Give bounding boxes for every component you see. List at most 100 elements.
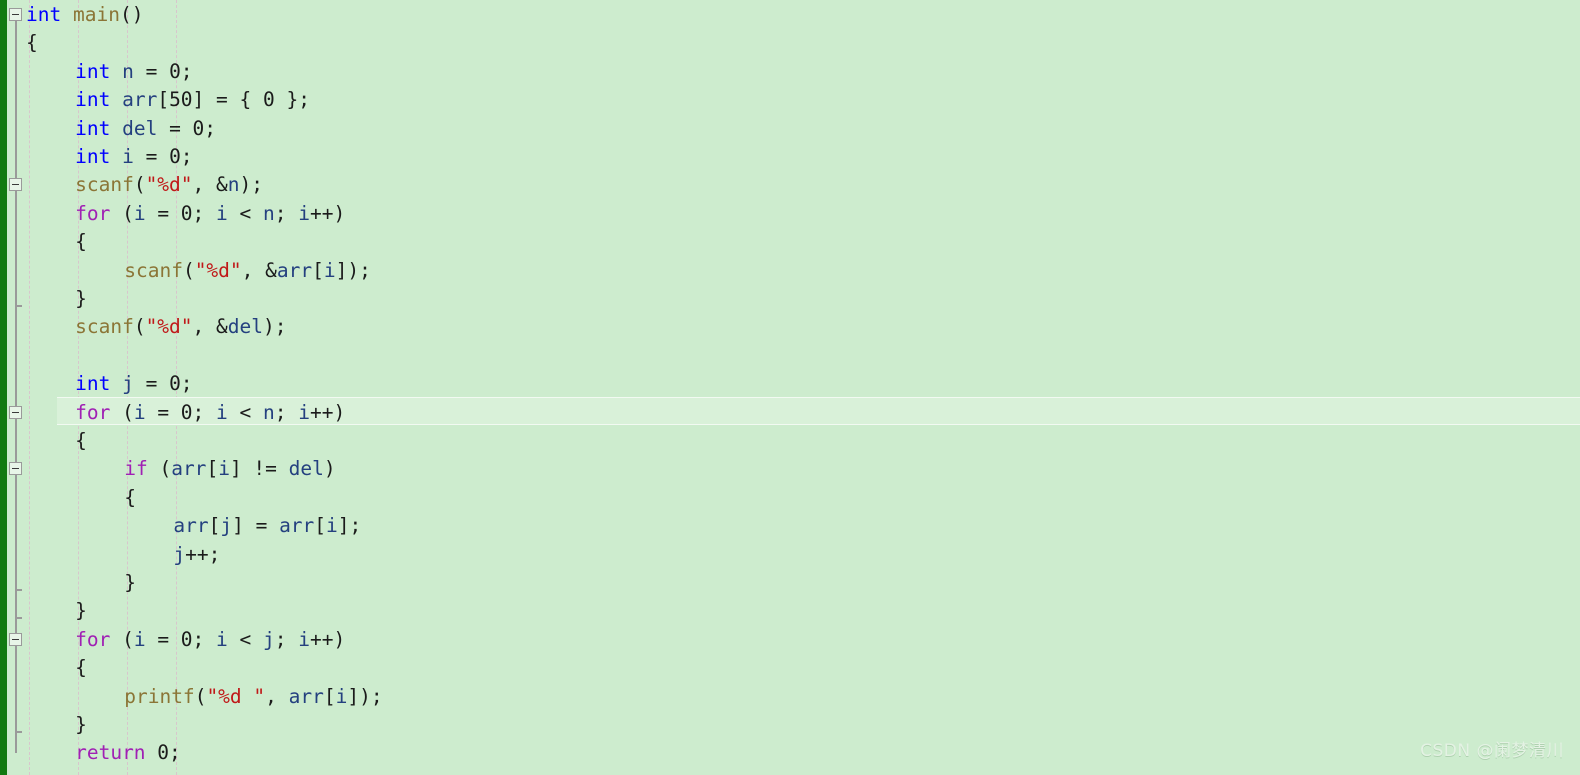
- code-token: arr: [122, 88, 158, 112]
- code-token: arr: [173, 514, 209, 538]
- code-token: i: [298, 400, 310, 424]
- code-token: (: [133, 173, 146, 197]
- code-token: ;: [274, 201, 299, 225]
- code-token: int: [75, 145, 111, 168]
- code-token: scanf: [75, 173, 134, 197]
- code-token: int: [75, 88, 111, 112]
- code-line[interactable]: return 0;: [75, 739, 181, 767]
- code-token: i: [218, 457, 230, 481]
- code-line[interactable]: printf("%d ", arr[i]);: [124, 683, 382, 711]
- code-line[interactable]: int main(): [26, 1, 143, 29]
- code-token: {: [124, 485, 136, 509]
- code-token: (: [110, 201, 134, 225]
- code-token: = 0;: [133, 59, 193, 83]
- code-token: = 0;: [133, 372, 193, 396]
- code-line[interactable]: scanf("%d", &arr[i]);: [124, 257, 371, 285]
- code-token: i: [298, 201, 310, 225]
- code-token: del: [227, 315, 263, 339]
- code-token: scanf: [124, 258, 183, 282]
- code-token: , &: [241, 258, 277, 282]
- code-line[interactable]: {: [75, 654, 87, 682]
- code-token: "%d": [194, 258, 242, 282]
- code-token: = 0;: [145, 400, 217, 424]
- code-token: for: [75, 627, 111, 651]
- code-line[interactable]: int del = 0;: [75, 115, 216, 143]
- code-token: ]);: [335, 258, 371, 282]
- code-line[interactable]: }: [75, 597, 87, 625]
- code-token: ++): [310, 400, 346, 424]
- code-token: ): [323, 457, 336, 481]
- code-token: (: [147, 457, 172, 481]
- code-token: (: [110, 627, 134, 651]
- csdn-watermark: CSDN @阑梦清川: [1420, 740, 1564, 761]
- code-line[interactable]: }: [75, 711, 87, 739]
- code-token: ,: [265, 684, 289, 708]
- code-token: (: [194, 684, 207, 708]
- code-line[interactable]: }: [75, 285, 87, 313]
- code-token: [: [323, 684, 336, 708]
- code-token: i: [133, 201, 146, 225]
- code-line[interactable]: scanf("%d", &n);: [75, 171, 263, 199]
- code-token: "%d": [145, 173, 193, 197]
- code-token: [: [314, 514, 327, 538]
- code-line[interactable]: }: [124, 569, 136, 597]
- code-line[interactable]: j++;: [173, 541, 220, 569]
- code-token: }: [75, 287, 87, 310]
- code-line[interactable]: int arr[50] = { 0 };: [75, 86, 310, 114]
- code-line[interactable]: for (i = 0; i < j; i++): [75, 626, 345, 654]
- code-line[interactable]: for (i = 0; i < n; i++): [75, 399, 345, 427]
- code-token: printf: [124, 684, 195, 708]
- code-token: {: [75, 230, 87, 254]
- code-text-layer[interactable]: int main(){int n = 0; int arr[50] = { 0 }…: [0, 0, 1580, 775]
- code-token: , &: [192, 173, 228, 197]
- code-editor-viewport[interactable]: int main(){int n = 0; int arr[50] = { 0 }…: [0, 0, 1580, 775]
- code-line[interactable]: int n = 0;: [75, 58, 192, 86]
- code-line[interactable]: int j = 0;: [75, 370, 192, 398]
- code-token: int: [75, 372, 111, 396]
- code-token: }: [75, 713, 87, 736]
- code-token: 0;: [145, 741, 181, 765]
- code-token: = 0;: [157, 116, 217, 140]
- code-token: (: [182, 258, 195, 282]
- code-line[interactable]: {: [124, 484, 136, 512]
- code-token: n: [227, 173, 240, 197]
- code-token: j: [263, 627, 275, 651]
- code-token: if: [124, 457, 148, 481]
- code-line[interactable]: int i = 0;: [75, 143, 192, 171]
- code-token: n: [263, 201, 275, 225]
- code-token: <: [227, 201, 264, 225]
- code-line[interactable]: {: [26, 29, 38, 57]
- code-line[interactable]: for (i = 0; i < n; i++): [75, 200, 345, 228]
- code-line[interactable]: arr[j] = arr[i];: [173, 512, 361, 540]
- code-token: n: [263, 400, 275, 424]
- code-token: n: [122, 59, 134, 83]
- code-token: arr: [276, 258, 313, 282]
- code-token: i: [298, 627, 310, 651]
- code-token: j: [173, 542, 186, 566]
- code-token: ] !=: [229, 457, 289, 481]
- code-token: ++): [310, 201, 346, 225]
- code-line[interactable]: {: [75, 427, 87, 455]
- code-token: main: [72, 3, 120, 26]
- code-token: {: [75, 656, 87, 680]
- code-token: (: [133, 315, 146, 339]
- code-token: "%d ": [206, 684, 266, 708]
- code-token: );: [239, 173, 263, 197]
- code-token: ];: [337, 514, 362, 538]
- code-token: = 0;: [133, 145, 193, 168]
- code-line[interactable]: scanf("%d", &del);: [75, 313, 286, 341]
- code-token: int: [75, 116, 111, 140]
- code-token: i: [335, 684, 348, 708]
- code-token: [: [208, 514, 221, 538]
- code-token: = 0;: [145, 627, 217, 651]
- code-line[interactable]: [26, 342, 38, 370]
- code-token: j: [122, 372, 134, 396]
- code-token: del: [122, 116, 158, 140]
- code-line[interactable]: if (arr[i] != del): [124, 455, 335, 483]
- code-line[interactable]: {: [75, 228, 87, 256]
- code-token: i: [323, 258, 336, 282]
- code-token: int: [75, 59, 111, 83]
